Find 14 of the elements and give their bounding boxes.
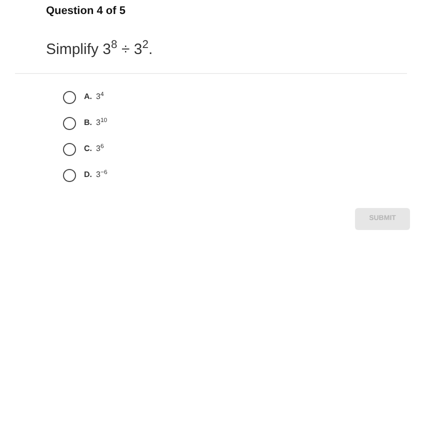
- option-letter: C.: [84, 143, 92, 155]
- radio-button[interactable]: [63, 116, 76, 130]
- option-answer: 3$^{10}$: [96, 117, 108, 129]
- radio-button[interactable]: [63, 168, 76, 182]
- option-letter: B.: [84, 117, 92, 129]
- option-answer: 3$^{6}$: [96, 143, 104, 155]
- radio-button[interactable]: [63, 90, 76, 104]
- option-letter: A.: [84, 91, 92, 103]
- option-answer: 3$^{4}$: [96, 91, 104, 103]
- question-text: Simplify 3$^{8}$ ÷ 3$^{2}$.: [46, 38, 153, 60]
- option-answer: 3$^{−6}$: [96, 169, 108, 181]
- radio-button[interactable]: [63, 142, 76, 156]
- question-counter: Question 4 of 5: [46, 4, 126, 19]
- option-letter: D.: [84, 169, 92, 181]
